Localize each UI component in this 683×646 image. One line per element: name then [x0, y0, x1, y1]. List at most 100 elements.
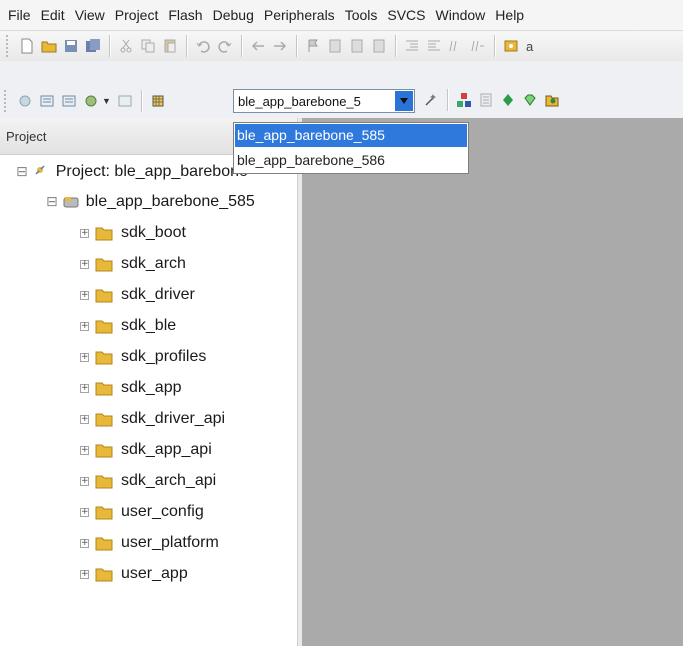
folder-tree-icon	[545, 95, 559, 107]
target-dropdown-list: ble_app_barebone_585 ble_app_barebone_58…	[233, 122, 469, 174]
tree-group-row[interactable]: + user_app	[80, 562, 188, 586]
uncomment-button[interactable]	[468, 36, 488, 56]
expand-icon[interactable]: +	[80, 228, 89, 238]
expand-icon[interactable]: +	[80, 352, 89, 362]
manage-components-button[interactable]	[454, 90, 474, 110]
save-all-button[interactable]	[83, 36, 103, 56]
tree-target-row[interactable]: ⊟ ble_app_barebone_585	[46, 190, 255, 214]
expand-icon[interactable]: +	[80, 507, 89, 517]
toolbar-separator	[296, 35, 297, 57]
toolbar-separator	[494, 35, 495, 57]
target-select-dropdown-button[interactable]	[395, 91, 413, 111]
expand-icon[interactable]: +	[80, 414, 89, 424]
indent-button[interactable]	[402, 36, 422, 56]
uncomment-icon	[471, 40, 484, 52]
toolbar-gap	[0, 61, 683, 84]
expand-icon[interactable]: +	[80, 538, 89, 548]
comment-button[interactable]	[446, 36, 466, 56]
rebuild-button[interactable]	[59, 91, 79, 111]
batch-build-button[interactable]	[81, 91, 101, 111]
download-icon	[118, 95, 132, 106]
copy-button[interactable]	[138, 36, 158, 56]
expand-icon[interactable]: +	[80, 569, 89, 579]
translate-button[interactable]	[15, 91, 35, 111]
next-bookmark-button[interactable]	[347, 36, 367, 56]
folder-icon	[95, 535, 113, 551]
expand-icon[interactable]: +	[80, 476, 89, 486]
menu-debug[interactable]: Debug	[208, 7, 259, 23]
prev-bookmark-button[interactable]	[325, 36, 345, 56]
target-option-selected[interactable]: ble_app_barebone_585	[235, 124, 467, 147]
menu-edit[interactable]: Edit	[36, 7, 70, 23]
toolbar-separator	[109, 35, 110, 57]
collapse-icon[interactable]: ⊟	[16, 164, 28, 180]
tree-group-row[interactable]: + sdk_boot	[80, 221, 186, 245]
expand-icon[interactable]: +	[80, 383, 89, 393]
tree-group-label: sdk_app_api	[121, 441, 212, 458]
menu-tools[interactable]: Tools	[340, 7, 383, 23]
toolbar-grip[interactable]	[6, 35, 12, 57]
cut-button[interactable]	[116, 36, 136, 56]
expand-icon[interactable]: +	[80, 445, 89, 455]
menu-window[interactable]: Window	[431, 7, 491, 23]
tree-group-row[interactable]: + sdk_driver	[80, 283, 195, 307]
pack-update-button[interactable]	[520, 90, 540, 110]
select-packs-button[interactable]	[476, 90, 496, 110]
menu-flash[interactable]: Flash	[163, 7, 207, 23]
nav-back-button[interactable]	[248, 36, 268, 56]
manage-project-items-button[interactable]	[421, 90, 441, 110]
build-button[interactable]	[37, 91, 57, 111]
menu-help[interactable]: Help	[490, 7, 529, 23]
undo-icon	[196, 41, 210, 53]
tree-group-label: sdk_app	[121, 379, 182, 396]
pack-installer-button[interactable]	[498, 90, 518, 110]
tree-group-row[interactable]: + user_platform	[80, 531, 219, 555]
folder-icon	[95, 318, 113, 334]
bookmark-button[interactable]	[303, 36, 323, 56]
paste-button[interactable]	[160, 36, 180, 56]
menu-project[interactable]: Project	[110, 7, 164, 23]
dropdown-arrow-icon[interactable]: ▼	[102, 96, 111, 106]
menu-file[interactable]: File	[0, 7, 36, 23]
redo-button[interactable]	[215, 36, 235, 56]
menu-svcs[interactable]: SVCS	[382, 7, 430, 23]
menu-view[interactable]: View	[70, 7, 110, 23]
options-for-target-button[interactable]	[148, 91, 168, 111]
tree-group-row[interactable]: + sdk_ble	[80, 314, 176, 338]
project-icon	[32, 164, 50, 180]
build-icon	[40, 95, 54, 106]
tree-group-label: sdk_boot	[121, 224, 186, 241]
menu-bar: File Edit View Project Flash Debug Perip…	[0, 0, 683, 30]
unindent-button[interactable]	[424, 36, 444, 56]
toolbar-grip[interactable]	[4, 89, 10, 112]
expand-icon[interactable]: +	[80, 290, 89, 300]
download-button[interactable]	[115, 91, 135, 111]
tree-group-row[interactable]: + sdk_app_api	[80, 438, 212, 462]
target-option[interactable]: ble_app_barebone_586	[235, 149, 467, 172]
open-folder-icon	[41, 41, 57, 53]
bookmark-clear-icon	[373, 39, 385, 53]
nav-forward-button[interactable]	[270, 36, 290, 56]
clear-bookmarks-button[interactable]	[369, 36, 389, 56]
tree-root-row[interactable]: ⊟ Project: ble_app_barebone	[16, 160, 248, 184]
new-file-button[interactable]	[17, 36, 37, 56]
tree-group-row[interactable]: + sdk_arch	[80, 252, 186, 276]
undo-button[interactable]	[193, 36, 213, 56]
expand-icon[interactable]: +	[80, 321, 89, 331]
open-folder-button[interactable]	[542, 90, 562, 110]
tree-group-row[interactable]: + sdk_app	[80, 376, 182, 400]
collapse-icon[interactable]: ⊟	[46, 194, 58, 210]
find-in-files-button[interactable]	[501, 36, 521, 56]
tree-group-row[interactable]: + user_config	[80, 500, 204, 524]
open-file-button[interactable]	[39, 36, 59, 56]
save-button[interactable]	[61, 36, 81, 56]
tree-group-row[interactable]: + sdk_driver_api	[80, 407, 225, 431]
translate-icon	[19, 95, 31, 106]
tree-group-row[interactable]: + sdk_profiles	[80, 345, 206, 369]
packs-icon	[480, 93, 492, 107]
expand-icon[interactable]: +	[80, 259, 89, 269]
tree-group-row[interactable]: + sdk_arch_api	[80, 469, 216, 493]
target-select[interactable]: ble_app_barebone_5	[233, 89, 415, 113]
menu-peripherals[interactable]: Peripherals	[259, 7, 340, 23]
chevron-down-icon	[400, 98, 408, 104]
